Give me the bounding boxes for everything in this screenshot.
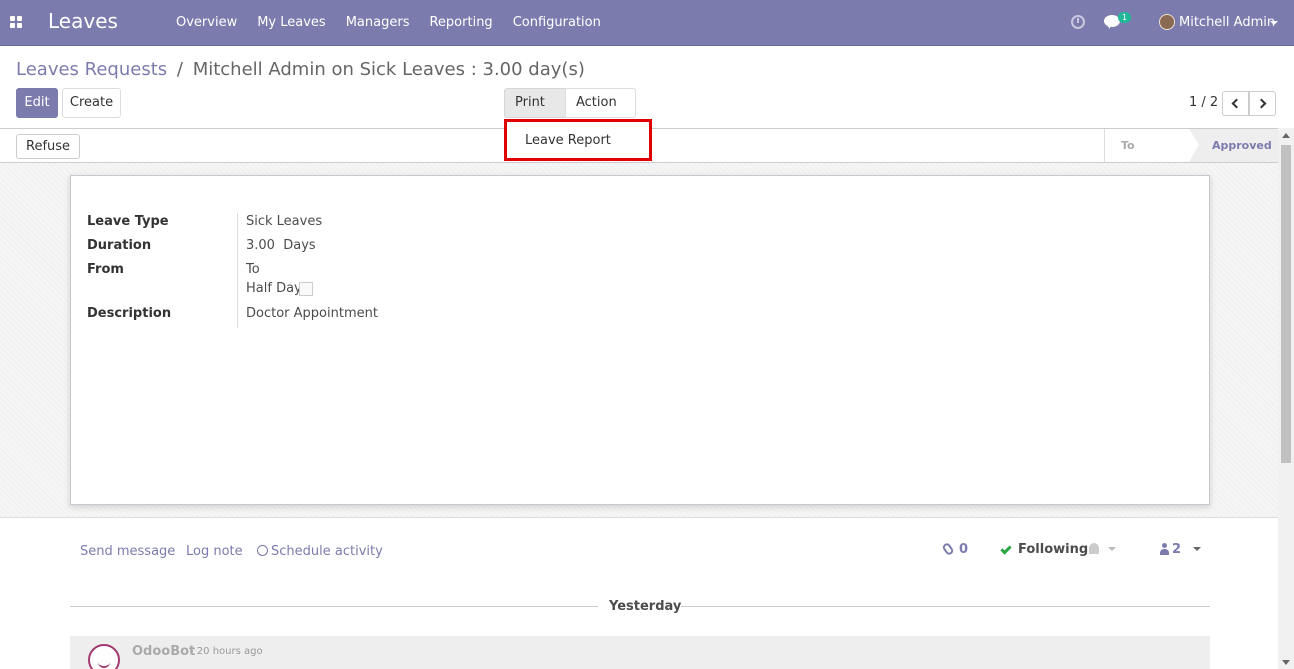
pager-previous-button[interactable] — [1222, 91, 1249, 116]
chatter-message: OdooBot - 20 hours ago — [70, 636, 1210, 669]
main-menu: Overview My Leaves Managers Reporting Co… — [166, 15, 611, 30]
apps-menu-icon[interactable] — [10, 16, 22, 28]
duration-unit: Days — [283, 238, 316, 253]
page-scrollbar[interactable] — [1278, 128, 1294, 669]
create-button[interactable]: Create — [62, 88, 121, 118]
duration-field: 3.00 Days — [246, 238, 316, 253]
menu-reporting[interactable]: Reporting — [419, 15, 502, 30]
user-menu[interactable]: Mitchell Admin — [1179, 15, 1275, 30]
send-message-button[interactable]: Send message — [80, 544, 175, 559]
clock-icon — [257, 545, 268, 556]
leave-type-label: Leave Type — [87, 214, 169, 229]
leave-type-value: Sick Leaves — [246, 214, 323, 229]
to-label: To — [246, 262, 260, 277]
description-value: Doctor Appointment — [246, 306, 378, 321]
check-icon — [1000, 543, 1012, 555]
scroll-up-icon[interactable] — [1282, 133, 1290, 138]
paperclip-icon[interactable] — [941, 541, 955, 557]
activity-clock-icon[interactable] — [1071, 15, 1085, 29]
action-button[interactable]: Action — [565, 88, 636, 133]
menu-overview[interactable]: Overview — [166, 15, 247, 30]
divider-right — [681, 606, 1210, 607]
schedule-activity-label: Schedule activity — [271, 544, 383, 559]
menu-managers[interactable]: Managers — [336, 15, 420, 30]
chevron-down-icon[interactable] — [1108, 547, 1116, 551]
attachments-count[interactable]: 0 — [959, 542, 968, 557]
message-author[interactable]: OdooBot — [132, 644, 195, 659]
print-dropdown-menu: Leave Report — [504, 119, 652, 161]
menu-configuration[interactable]: Configuration — [503, 15, 611, 30]
duration-value: 3.00 — [246, 238, 275, 253]
refuse-button[interactable]: Refuse — [16, 134, 81, 159]
user-avatar[interactable] — [1159, 14, 1175, 30]
followers-icon[interactable] — [1160, 543, 1169, 555]
stage-to-approve[interactable]: To Approve — [1104, 129, 1189, 185]
date-separator: Yesterday — [609, 599, 682, 614]
bell-icon[interactable] — [1089, 543, 1099, 554]
schedule-activity-button[interactable]: Schedule activity — [257, 544, 383, 559]
pager-value[interactable]: 1 / 2 — [1189, 95, 1218, 110]
breadcrumb: Leaves Requests / Mitchell Admin on Sick… — [16, 59, 585, 80]
divider-left — [70, 606, 598, 607]
breadcrumb-current: Mitchell Admin on Sick Leaves : 3.00 day… — [192, 59, 585, 80]
stage-approved[interactable]: Approved — [1189, 129, 1278, 162]
print-button[interactable]: Print — [504, 88, 566, 133]
stage-arrow — [1189, 129, 1199, 162]
log-note-button[interactable]: Log note — [186, 544, 243, 559]
odoobot-avatar — [88, 644, 120, 669]
message-time: - 20 hours ago — [190, 646, 263, 657]
chevron-left-icon — [1231, 98, 1242, 109]
half-day-checkbox[interactable] — [299, 282, 313, 296]
edit-button[interactable]: Edit — [16, 88, 58, 118]
scrollbar-thumb[interactable] — [1281, 145, 1291, 463]
action-label: Action — [576, 95, 617, 110]
breadcrumb-parent[interactable]: Leaves Requests — [16, 59, 167, 80]
menu-my-leaves[interactable]: My Leaves — [247, 15, 336, 30]
print-label: Print — [515, 95, 545, 110]
followers-count[interactable]: 2 — [1172, 542, 1181, 557]
chevron-down-icon[interactable] — [1193, 547, 1201, 551]
app-title[interactable]: Leaves — [48, 9, 118, 33]
description-label: Description — [87, 306, 172, 321]
pager-next-button[interactable] — [1249, 91, 1276, 116]
top-navbar: Leaves Overview My Leaves Managers Repor… — [0, 0, 1294, 46]
half-day-label: Half Day — [246, 281, 302, 296]
chevron-right-icon — [1256, 98, 1267, 109]
following-button[interactable]: Following — [1018, 542, 1088, 557]
chat-count-badge: 1 — [1118, 12, 1132, 23]
scroll-down-icon[interactable] — [1282, 660, 1290, 665]
field-divider — [237, 213, 238, 328]
duration-label: Duration — [87, 238, 152, 253]
breadcrumb-separator: / — [176, 59, 183, 80]
from-label: From — [87, 262, 124, 277]
chevron-down-icon[interactable] — [1270, 21, 1278, 25]
leave-report-menu-item[interactable]: Leave Report — [525, 133, 611, 148]
form-sheet: Leave Type Sick Leaves Duration 3.00 Day… — [70, 175, 1210, 505]
